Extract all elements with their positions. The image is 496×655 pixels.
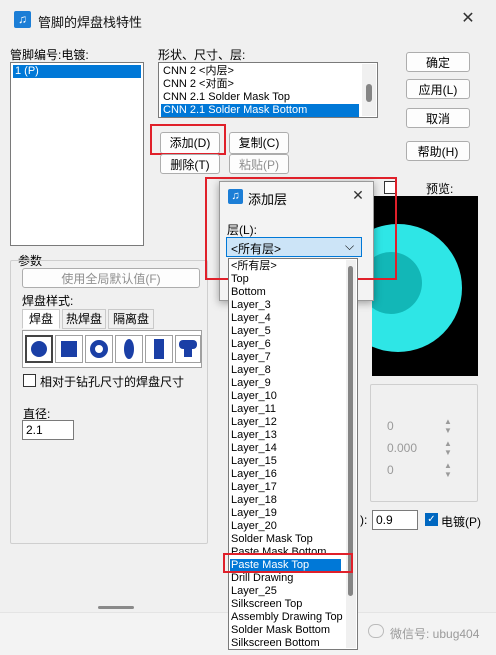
layer-option[interactable]: Layer_13 [230, 429, 341, 442]
layer-option[interactable]: Layer_9 [230, 377, 341, 390]
spin-icon[interactable]: ▲ ▼ [443, 439, 453, 457]
layer-option[interactable]: Layer_10 [230, 390, 341, 403]
shapes-list[interactable]: CNN 2 <内层> CNN 2 <对面> CNN 2.1 Solder Mas… [158, 62, 378, 118]
preview-label: 预览: [426, 182, 454, 196]
layer-option[interactable]: Layer_17 [230, 481, 341, 494]
shape-item-selected[interactable]: CNN 2.1 Solder Mask Bottom [161, 104, 359, 117]
shape-custom-button[interactable] [175, 335, 201, 363]
layer-option[interactable]: Silkscreen Bottom [230, 637, 341, 650]
custom-pad-icon-stem [184, 347, 192, 357]
offset-value-2: 0 [387, 463, 394, 477]
square-pad-icon [61, 341, 77, 357]
apply-button[interactable]: 应用(L) [406, 79, 470, 99]
layer-option[interactable]: <所有层> [230, 260, 341, 273]
add-button-highlight [150, 124, 226, 155]
layer-option[interactable]: Solder Mask Top [230, 533, 341, 546]
layer-option[interactable]: Solder Mask Bottom [230, 624, 341, 637]
layer-option[interactable]: Layer_18 [230, 494, 341, 507]
layer-option[interactable]: Layer_3 [230, 299, 341, 312]
layer-option[interactable]: Layer_25 [230, 585, 341, 598]
annular-pad-icon [90, 340, 108, 358]
pin-list-label: 管脚编号:电镀: [10, 48, 89, 62]
pin-list[interactable]: 1 (P) [10, 62, 144, 246]
layer-option[interactable]: Silkscreen Top [230, 598, 341, 611]
offset-value-0: 0 [387, 419, 394, 433]
offset-value-1: 0.000 [387, 441, 418, 455]
resize-grip[interactable] [98, 606, 134, 609]
shape-annular-button[interactable] [85, 335, 113, 363]
shape-item[interactable]: CNN 2.1 Solder Mask Top [161, 91, 359, 104]
ratio-label: ): [360, 513, 368, 527]
ratio-input[interactable]: 0.9 [372, 510, 418, 530]
tab-thermal[interactable]: 热焊盘 [62, 309, 106, 329]
layer-option[interactable]: Bottom [230, 286, 341, 299]
shape-item[interactable]: CNN 2 <内层> [161, 65, 359, 78]
shapes-label: 形状、尺寸、层: [158, 48, 246, 62]
shape-item[interactable]: CNN 2 <对面> [161, 78, 359, 91]
layer-option[interactable]: Layer_4 [230, 312, 341, 325]
layer-option[interactable]: Layer_15 [230, 455, 341, 468]
layer-option[interactable]: Layer_20 [230, 520, 341, 533]
use-default-button[interactable]: 使用全局默认值(F) [22, 268, 200, 288]
diameter-input[interactable]: 2.1 [22, 420, 74, 440]
spin-icon[interactable]: ▲ ▼ [443, 461, 453, 479]
layer-option[interactable]: Assembly Drawing Top [230, 611, 343, 624]
help-button[interactable]: 帮助(H) [406, 141, 470, 161]
ok-button[interactable]: 确定 [406, 52, 470, 72]
pin-list-item[interactable]: 1 (P) [13, 65, 141, 78]
layer-option[interactable]: Layer_12 [230, 416, 341, 429]
plated-label: 电镀(P) [441, 515, 481, 529]
shape-oval-button[interactable] [115, 335, 143, 363]
layer-option[interactable]: Layer_19 [230, 507, 341, 520]
pad-style-label: 焊盘样式: [22, 294, 74, 308]
relative-size-checkbox[interactable] [23, 374, 36, 387]
cancel-button[interactable]: 取消 [406, 108, 470, 128]
shapes-scrollbar[interactable] [362, 64, 376, 116]
window-title: 管脚的焊盘栈特性 [38, 15, 143, 30]
paste-mask-top-highlight [223, 553, 353, 573]
spin-icon[interactable]: ▲ ▼ [443, 417, 453, 435]
shape-round-button[interactable] [25, 335, 53, 363]
layer-option[interactable]: Drill Drawing [230, 572, 341, 585]
layer-option[interactable]: Layer_7 [230, 351, 341, 364]
copy-button[interactable]: 复制(C) [229, 132, 289, 154]
watermark-text: 微信号: ubug404 [390, 627, 480, 641]
app-logo-icon: ♫ [14, 11, 31, 28]
layer-option[interactable]: Layer_16 [230, 468, 341, 481]
delete-button[interactable]: 删除(T) [160, 154, 220, 174]
dropdown-scrollbar[interactable] [346, 260, 356, 648]
rectangle-pad-icon [154, 339, 164, 359]
layer-option[interactable]: Layer_11 [230, 403, 341, 416]
round-pad-icon [31, 341, 47, 357]
relative-size-label: 相对于钻孔尺寸的焊盘尺寸 [40, 375, 185, 389]
layer-option[interactable]: Top [230, 273, 341, 286]
layer-option[interactable]: Layer_14 [230, 442, 341, 455]
shape-square-button[interactable] [55, 335, 83, 363]
plated-checkbox[interactable]: ✓ [425, 513, 438, 526]
layer-option[interactable]: Layer_5 [230, 325, 341, 338]
shape-rectangle-button[interactable] [145, 335, 173, 363]
tab-antipad[interactable]: 隔离盘 [108, 309, 154, 329]
shape-picker [22, 330, 202, 368]
close-icon[interactable]: ✕ [458, 9, 478, 29]
tab-pad[interactable]: 焊盘 [22, 309, 60, 329]
layer-option[interactable]: Layer_8 [230, 364, 341, 377]
oval-pad-icon [124, 339, 134, 359]
layer-option[interactable]: Layer_6 [230, 338, 341, 351]
paste-button[interactable]: 粘贴(P) [229, 154, 289, 174]
layer-dropdown[interactable]: <所有层> Top Bottom Layer_3 Layer_4 Layer_5 Layer… [228, 258, 358, 650]
wechat-icon [368, 624, 384, 638]
